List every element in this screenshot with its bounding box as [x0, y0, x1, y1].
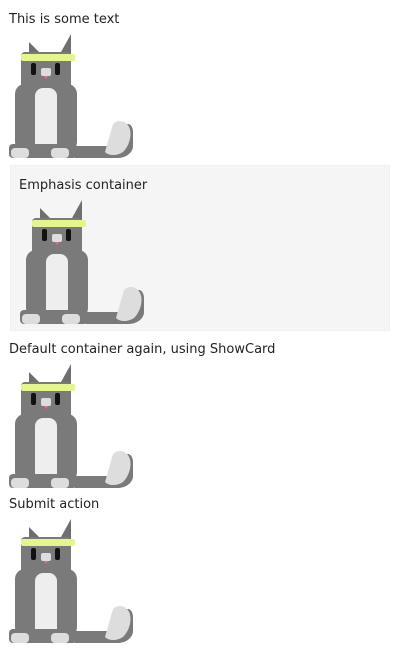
- emphasis-container: Emphasis container: [10, 165, 390, 331]
- cat-image: [20, 200, 144, 324]
- cat-icon: [9, 364, 133, 488]
- text-block-showcard: Default container again, using ShowCard: [9, 342, 276, 357]
- cat-image: [9, 34, 133, 158]
- adaptive-card: This is some text Emphasis container Def…: [0, 0, 400, 660]
- text-block-submit: Submit action: [9, 497, 100, 512]
- text-block-emphasis: Emphasis container: [19, 178, 148, 193]
- text-block-intro: This is some text: [9, 12, 120, 27]
- cat-image: [9, 519, 133, 643]
- cat-image: [9, 364, 133, 488]
- cat-icon: [9, 34, 133, 158]
- cat-icon: [9, 519, 133, 643]
- cat-icon: [20, 200, 144, 324]
